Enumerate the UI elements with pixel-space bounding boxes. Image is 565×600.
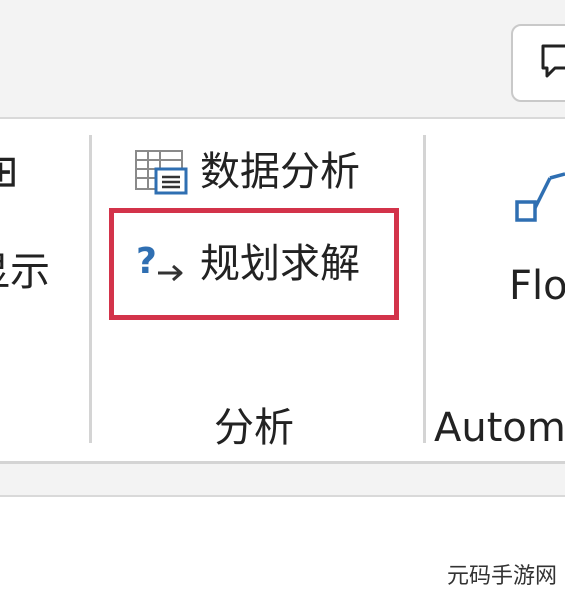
data-analysis-button[interactable]: 数据分析 bbox=[134, 146, 360, 198]
data-analysis-icon bbox=[135, 150, 188, 195]
ribbon-bottom-bar bbox=[0, 461, 565, 497]
group-separator bbox=[89, 135, 92, 443]
solver-highlight-box bbox=[109, 208, 399, 320]
excel-ribbon-screenshot: ⊞ 显示 数据分析 ? 规划求解 分析 F bbox=[0, 0, 565, 600]
automate-group-label: Autom bbox=[434, 405, 565, 451]
comments-button[interactable] bbox=[511, 24, 565, 102]
show-label[interactable]: 显示 bbox=[0, 252, 50, 292]
flow-label[interactable]: Flo bbox=[509, 266, 565, 306]
data-analysis-label: 数据分析 bbox=[200, 149, 360, 195]
watermark-text: 元码手游网 bbox=[447, 564, 558, 589]
analysis-group-label: 分析 bbox=[214, 405, 294, 451]
grid-icon[interactable]: ⊞ bbox=[0, 150, 19, 194]
group-separator bbox=[423, 135, 426, 443]
comment-icon bbox=[541, 44, 565, 78]
command-bar bbox=[0, 0, 565, 119]
flow-icon[interactable] bbox=[514, 170, 565, 226]
